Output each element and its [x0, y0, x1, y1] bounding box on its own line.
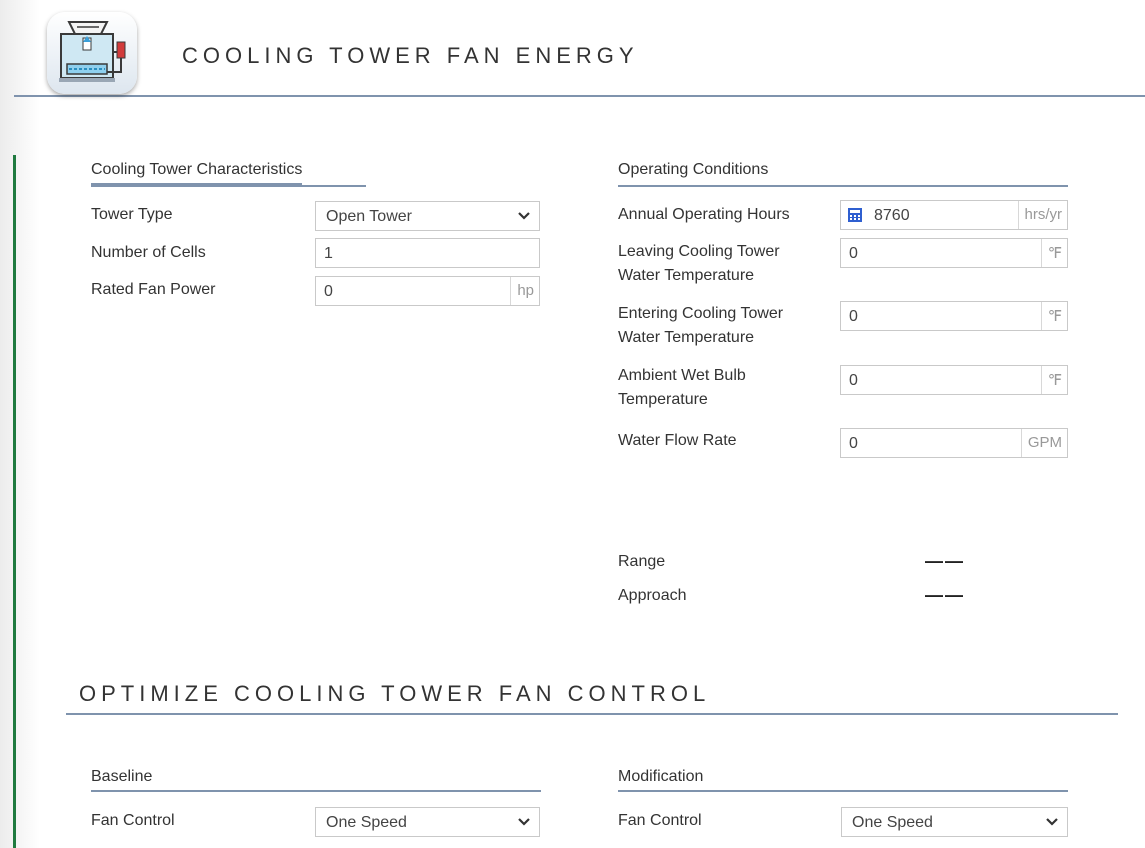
leaving-temp-input[interactable]: 0 ℉ — [840, 238, 1068, 268]
chevron-down-icon — [517, 813, 531, 836]
num-cells-value: 1 — [324, 245, 333, 262]
annual-hours-unit: hrs/yr — [1017, 201, 1068, 229]
wet-bulb-label-line2: Temperature — [618, 391, 708, 408]
modification-fan-control-select[interactable]: One Speed — [841, 807, 1068, 837]
annual-hours-input[interactable]: 8760 hrs/yr — [840, 200, 1068, 230]
tower-type-select[interactable]: Open Tower — [315, 201, 540, 231]
num-cells-input[interactable]: 1 — [315, 238, 540, 268]
operating-section: Operating Conditions — [618, 161, 768, 183]
baseline-underline — [91, 790, 541, 792]
entering-temp-unit: ℉ — [1040, 302, 1067, 330]
cooling-tower-icon — [47, 12, 137, 94]
entering-temp-input[interactable]: 0 ℉ — [840, 301, 1068, 331]
characteristics-underline — [91, 185, 366, 187]
leaving-temp-label: Leaving Cooling Tower Water Temperature — [618, 240, 780, 288]
entering-temp-label: Entering Cooling Tower Water Temperature — [618, 302, 783, 350]
page-title: COOLING TOWER FAN ENERGY — [182, 43, 639, 68]
entering-temp-label-line1: Entering Cooling Tower — [618, 305, 784, 322]
annual-hours-value: 8760 — [874, 207, 910, 224]
flow-rate-value: 0 — [849, 435, 858, 452]
rated-fan-power-value: 0 — [324, 283, 333, 300]
wet-bulb-label: Ambient Wet Bulb Temperature — [618, 364, 746, 412]
left-accent-bar — [13, 155, 16, 848]
baseline-title: Baseline — [91, 768, 153, 785]
rated-fan-power-label: Rated Fan Power — [91, 281, 216, 298]
num-cells-label: Number of Cells — [91, 244, 206, 261]
leaving-temp-label-line1: Leaving Cooling Tower — [618, 243, 780, 260]
characteristics-section: Cooling Tower Characteristics — [91, 161, 303, 185]
flow-rate-unit: GPM — [1020, 429, 1067, 457]
rated-fan-power-input[interactable]: 0 hp — [315, 276, 540, 306]
wet-bulb-input[interactable]: 0 ℉ — [840, 365, 1068, 395]
baseline-fan-control-label: Fan Control — [91, 812, 175, 829]
page-side-shade — [0, 0, 40, 848]
calculator-icon[interactable] — [847, 207, 863, 223]
leaving-temp-value: 0 — [849, 245, 858, 262]
flow-rate-input[interactable]: 0 GPM — [840, 428, 1068, 458]
optimize-underline — [66, 713, 1118, 715]
operating-title: Operating Conditions — [618, 161, 769, 178]
modification-fan-control-label: Fan Control — [618, 812, 702, 829]
tower-type-value: Open Tower — [326, 208, 412, 225]
baseline-fan-control-select[interactable]: One Speed — [315, 807, 540, 837]
tower-type-label: Tower Type — [91, 206, 173, 223]
wet-bulb-value: 0 — [849, 372, 858, 389]
entering-temp-value: 0 — [849, 308, 858, 325]
chevron-down-icon — [1045, 813, 1059, 836]
annual-hours-label: Annual Operating Hours — [618, 206, 790, 223]
characteristics-title: Cooling Tower Characteristics — [91, 161, 303, 185]
baseline-fan-control-value: One Speed — [326, 814, 407, 831]
approach-label: Approach — [618, 587, 687, 604]
wet-bulb-unit: ℉ — [1040, 366, 1067, 394]
modification-fan-control-value: One Speed — [852, 814, 933, 831]
operating-underline — [618, 185, 1068, 187]
approach-value: —— — [925, 585, 965, 605]
leaving-temp-label-line2: Water Temperature — [618, 267, 755, 284]
page-header: COOLING TOWER FAN ENERGY — [14, 0, 1145, 97]
wet-bulb-label-line1: Ambient Wet Bulb — [618, 367, 746, 384]
modification-title: Modification — [618, 768, 704, 785]
modification-underline — [618, 790, 1068, 792]
range-label: Range — [618, 553, 666, 570]
chevron-down-icon — [517, 207, 531, 230]
optimize-title: OPTIMIZE COOLING TOWER FAN CONTROL — [79, 681, 711, 706]
entering-temp-label-line2: Water Temperature — [618, 329, 755, 346]
rated-fan-power-unit: hp — [510, 277, 539, 305]
leaving-temp-unit: ℉ — [1040, 239, 1067, 267]
flow-rate-label: Water Flow Rate — [618, 432, 737, 449]
range-value: —— — [925, 551, 965, 571]
